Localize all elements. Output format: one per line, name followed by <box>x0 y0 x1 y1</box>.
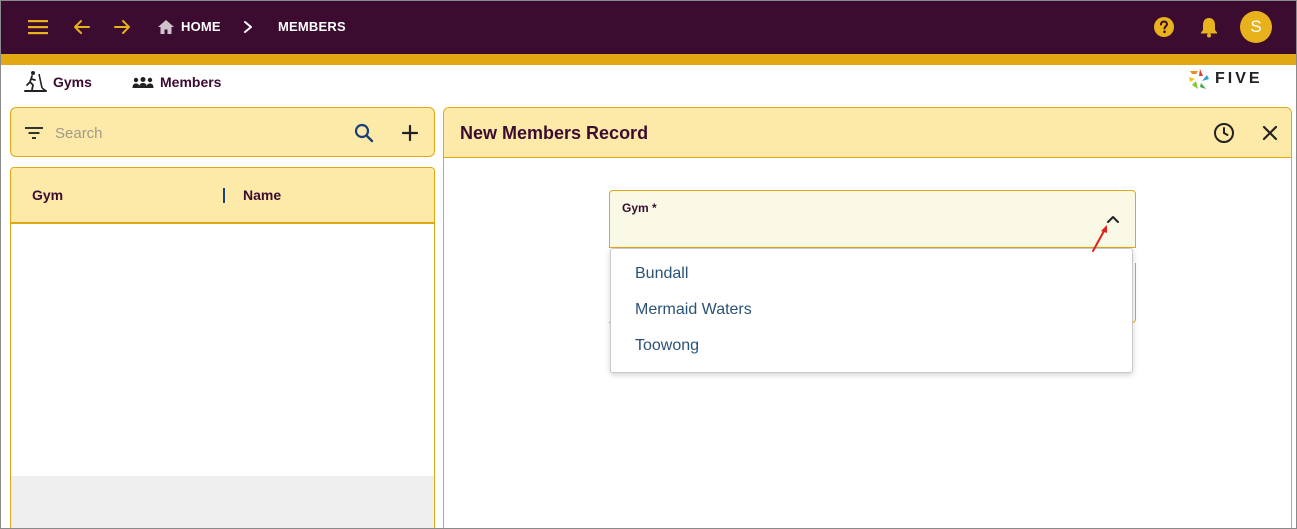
gym-option[interactable]: Bundall <box>611 256 1132 292</box>
column-header-name[interactable]: Name <box>243 187 281 203</box>
column-header-gym[interactable]: Gym <box>32 187 63 203</box>
gym-options-dropdown: Bundall Mermaid Waters Toowong <box>610 248 1133 373</box>
list-footer <box>11 476 434 528</box>
bell-icon[interactable] <box>1197 15 1221 39</box>
search-icon[interactable] <box>351 120 377 146</box>
gym-field-label: Gym * <box>622 201 657 215</box>
chevron-right-icon <box>236 15 260 39</box>
history-icon[interactable] <box>1211 120 1237 146</box>
menu-item-gyms-label: Gyms <box>53 74 92 90</box>
search-input[interactable] <box>55 121 335 145</box>
top-app-bar: HOME MEMBERS S <box>1 1 1296 54</box>
breadcrumb-home[interactable]: HOME <box>181 19 221 34</box>
records-list: Gym Name <box>10 167 435 528</box>
list-panel: Gym Name <box>10 107 435 528</box>
add-icon[interactable] <box>397 120 423 146</box>
gym-select-field[interactable]: Gym * <box>609 190 1136 248</box>
top-bar-accent-stripe <box>1 54 1296 65</box>
close-icon[interactable] <box>1257 120 1283 146</box>
list-header: Gym Name <box>11 168 434 224</box>
menu-bar: Gyms Members <box>1 65 1296 99</box>
list-toolbar <box>10 107 435 157</box>
app-window: HOME MEMBERS S Gyms Members FIVE Search … <box>0 0 1297 529</box>
chevron-up-icon[interactable] <box>1103 209 1123 229</box>
back-arrow-icon[interactable] <box>70 15 94 39</box>
record-form-header: New Members Record <box>444 108 1291 158</box>
column-resize-handle[interactable] <box>223 188 225 203</box>
gym-option[interactable]: Mermaid Waters <box>611 292 1132 328</box>
menu-icon[interactable] <box>26 15 50 39</box>
filter-icon[interactable] <box>23 122 45 144</box>
gym-option[interactable]: Toowong <box>611 328 1132 364</box>
menu-item-members-label: Members <box>160 74 222 90</box>
help-icon[interactable] <box>1152 15 1176 39</box>
five-logo-text: FIVE <box>1215 70 1263 87</box>
home-icon[interactable] <box>154 15 178 39</box>
breadcrumb-members[interactable]: MEMBERS <box>278 19 346 34</box>
five-logo: FIVE <box>1187 67 1279 91</box>
menu-item-members[interactable]: Members <box>132 71 221 93</box>
user-avatar[interactable]: S <box>1240 11 1272 43</box>
record-title: New Members Record <box>460 123 649 143</box>
forward-arrow-icon[interactable] <box>110 15 134 39</box>
people-icon <box>132 77 154 88</box>
treadmill-icon <box>24 71 47 92</box>
menu-item-gyms[interactable]: Gyms <box>24 71 92 93</box>
five-logo-icon <box>1189 69 1209 89</box>
